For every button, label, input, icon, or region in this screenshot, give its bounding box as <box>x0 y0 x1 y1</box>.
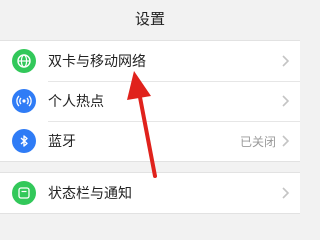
settings-item-label: 个人热点 <box>48 94 104 110</box>
bluetooth-icon <box>12 129 36 153</box>
hotspot-icon <box>12 89 36 113</box>
bluetooth-status: 已关闭 <box>239 134 276 149</box>
settings-item-dual-sim-mobile-network[interactable]: 双卡与移动网络 <box>0 41 300 81</box>
settings-item-bluetooth[interactable]: 蓝牙 已关闭 <box>0 121 300 161</box>
settings-item-label: 双卡与移动网络 <box>48 54 146 70</box>
chevron-right-icon <box>282 135 290 147</box>
page-title: 设置 <box>134 9 165 28</box>
settings-item-personal-hotspot[interactable]: 个人热点 <box>0 81 300 121</box>
globe-icon <box>12 49 36 73</box>
chevron-right-icon <box>282 187 290 199</box>
settings-group-display: 状态栏与通知 <box>0 172 300 214</box>
settings-item-label: 状态栏与通知 <box>48 186 132 202</box>
chevron-right-icon <box>282 55 290 67</box>
notification-icon <box>12 181 36 205</box>
chevron-right-icon <box>282 95 290 107</box>
header: 设置 <box>0 0 300 36</box>
settings-item-label: 蓝牙 <box>48 134 76 150</box>
settings-item-status-bar-notifications[interactable]: 状态栏与通知 <box>0 173 300 213</box>
settings-group-network: 双卡与移动网络 个人热点 蓝牙 已关闭 <box>0 40 300 162</box>
